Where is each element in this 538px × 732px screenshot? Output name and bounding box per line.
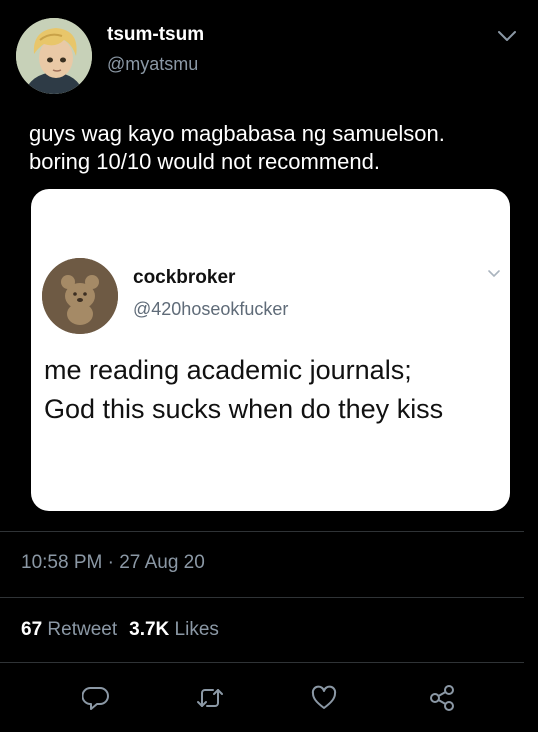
divider xyxy=(0,597,524,598)
like-count: 3.7K xyxy=(129,619,170,640)
tweet-text-line: boring 10/10 would not recommend. xyxy=(29,149,380,174)
share-button[interactable] xyxy=(424,680,460,716)
engagement-stats: 67 Retweet 3.7K Likes xyxy=(21,619,219,641)
like-label: Likes xyxy=(174,619,219,640)
share-icon xyxy=(430,685,454,711)
embedded-tweet-text: me reading academic journals; God this s… xyxy=(44,351,504,429)
embedded-tweet-image[interactable]: cockbroker @420hoseokfucker me reading a… xyxy=(31,189,510,511)
embedded-avatar xyxy=(42,258,118,334)
likes-link[interactable]: 3.7K Likes xyxy=(129,619,219,640)
bear-avatar-icon xyxy=(42,258,118,334)
retweets-link[interactable]: 67 Retweet xyxy=(21,619,117,640)
display-name[interactable]: tsum-tsum xyxy=(107,24,204,46)
reply-button[interactable] xyxy=(78,680,114,716)
embedded-chevron xyxy=(486,267,502,281)
tweet: tsum-tsum @myatsmu guys wag kayo magbaba… xyxy=(0,0,538,732)
chevron-down-icon xyxy=(488,270,500,278)
tweet-text: guys wag kayo magbabasa ng samuelson. bo… xyxy=(29,120,509,176)
retweet-icon xyxy=(197,689,223,707)
like-button[interactable] xyxy=(306,680,342,716)
divider xyxy=(0,662,524,663)
retweet-button[interactable] xyxy=(192,680,228,716)
heart-icon xyxy=(311,685,337,709)
more-options-button[interactable] xyxy=(495,26,519,46)
divider xyxy=(0,531,524,532)
avatar-illustration-icon xyxy=(16,18,92,94)
reply-icon xyxy=(82,687,109,710)
embedded-text-line: me reading academic journals; xyxy=(44,355,412,385)
embedded-text-line: God this sucks when do they kiss xyxy=(44,394,444,424)
timestamp[interactable]: 10:58 PM · 27 Aug 20 xyxy=(21,552,205,574)
chevron-down-icon xyxy=(498,31,516,41)
tweet-text-line: guys wag kayo magbabasa ng samuelson. xyxy=(29,121,445,146)
retweet-count: 67 xyxy=(21,619,43,640)
embedded-display-name: cockbroker xyxy=(133,267,236,288)
handle[interactable]: @myatsmu xyxy=(107,54,198,75)
retweet-label: Retweet xyxy=(47,619,118,640)
embedded-handle: @420hoseokfucker xyxy=(133,299,289,319)
avatar[interactable] xyxy=(16,18,92,94)
